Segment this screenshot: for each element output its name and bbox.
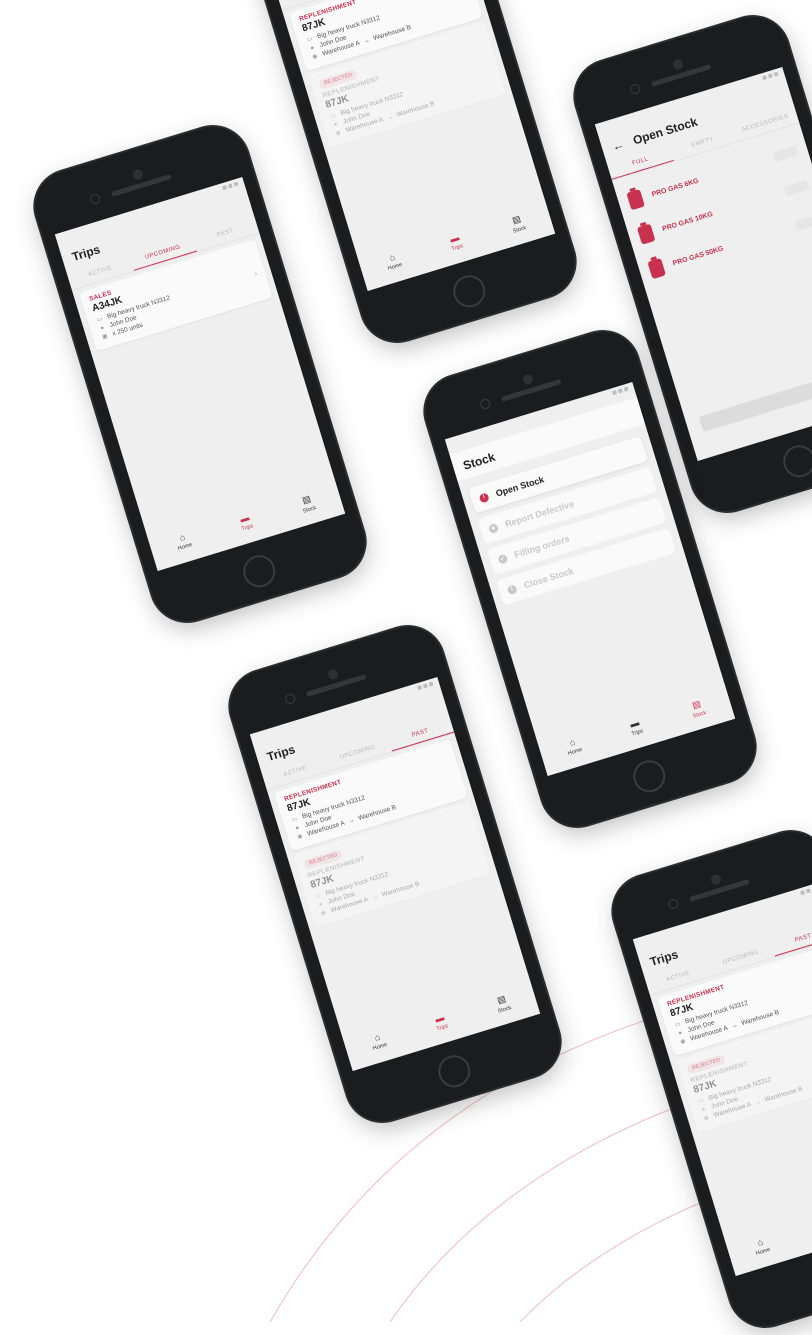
nav-trips-label: Trips (630, 728, 645, 738)
truck-icon: ▭ (329, 112, 337, 121)
nav-stock[interactable]: ▤ Stock (493, 992, 512, 1014)
truck-icon: ▭ (96, 316, 104, 324)
nav-home[interactable]: ⌂ Home (384, 250, 403, 272)
person-icon: ● (677, 1029, 683, 1037)
nav-home-label: Home (372, 1041, 389, 1052)
menu-item-label: Filling orders (513, 533, 571, 560)
nav-home-label: Home (567, 746, 584, 757)
arrow-right-icon: → (753, 1098, 763, 1107)
nav-trips[interactable]: ▬ Trips (432, 1012, 450, 1033)
nav-trips[interactable]: ▬ Trips (237, 512, 255, 533)
home-icon: ⌂ (568, 736, 577, 748)
nav-stock-label: Stock (497, 1004, 513, 1015)
box-icon: ▣ (101, 333, 109, 341)
location-pin-icon: ◉ (296, 833, 304, 841)
clipboard-icon: ▤ (690, 697, 702, 710)
gas-cylinder-icon (636, 223, 656, 245)
nav-home-label: Home (387, 261, 404, 272)
nav-home-label: Home (177, 541, 194, 552)
clipboard-icon: ▤ (300, 492, 312, 505)
nav-home[interactable]: ⌂ Home (369, 1030, 388, 1052)
truck-icon: ▭ (291, 816, 299, 824)
truck-icon: ▭ (314, 892, 322, 901)
home-icon: ⌂ (756, 1236, 765, 1248)
nav-trips[interactable]: ▬ Trips (627, 717, 645, 738)
warning-icon: ▲ (487, 522, 499, 534)
page-title: Trips (70, 242, 102, 264)
nav-stock[interactable]: ▤ Stock (298, 492, 317, 514)
person-icon: ● (333, 121, 339, 128)
person-icon: ● (309, 44, 315, 52)
home-icon: ⌂ (178, 531, 187, 543)
nav-stock[interactable]: ▤ Stock (688, 697, 707, 719)
back-arrow-icon[interactable]: ← (610, 137, 626, 154)
gas-cylinder-icon (647, 257, 667, 280)
location-pin-icon: ◉ (311, 53, 319, 61)
clipboard-icon: ▤ (495, 992, 507, 1005)
nav-home[interactable]: ⌂ Home (174, 530, 193, 552)
car-icon: ▬ (448, 232, 461, 245)
check-icon: ✓ (497, 553, 509, 565)
home-icon: ⌂ (388, 251, 397, 263)
info-icon: ! (506, 583, 518, 595)
page-title: Trips (648, 947, 680, 969)
arrow-right-icon: → (362, 36, 371, 46)
quantity-field[interactable] (793, 214, 812, 231)
menu-item-label: Close Stock (522, 565, 575, 591)
menu-item-label: Report Defective (503, 498, 576, 530)
location-pin-icon: ◉ (679, 1038, 687, 1046)
clipboard-icon: ▤ (510, 212, 522, 225)
nav-home[interactable]: ⌂ Home (752, 1235, 771, 1257)
product-name: PRO GAS 6KG (650, 177, 700, 199)
nav-home[interactable]: ⌂ Home (564, 735, 583, 757)
nav-stock-label: Stock (692, 709, 708, 720)
confirm-button[interactable] (698, 367, 812, 433)
car-icon: ▬ (238, 512, 251, 525)
page-title: Stock (461, 449, 497, 473)
car-icon: ▬ (628, 717, 641, 730)
location-pin-icon: ◉ (335, 130, 342, 138)
person-icon: ● (318, 901, 324, 908)
nav-trips-label: Trips (450, 243, 465, 253)
arrow-right-icon: → (370, 893, 380, 902)
nav-stock-label: Stock (512, 224, 528, 235)
nav-stock[interactable]: ▤ Stock (508, 212, 527, 234)
page-title: Trips (265, 742, 297, 764)
product-name: PRO GAS 10KG (661, 210, 714, 233)
arrow-right-icon: → (347, 816, 356, 826)
quantity-field[interactable] (772, 145, 799, 163)
quantity-field[interactable] (783, 179, 810, 197)
nav-stock-label: Stock (302, 504, 318, 515)
nav-home-label: Home (755, 1246, 772, 1257)
nav-trips-label: Trips (240, 523, 255, 533)
gas-cylinder-icon (626, 189, 645, 211)
info-icon: ! (478, 491, 490, 504)
product-name: PRO GAS 50KG (671, 244, 725, 267)
menu-item-label: Open Stock (494, 474, 546, 499)
car-icon: ▬ (433, 1012, 446, 1025)
truck-icon: ▭ (697, 1097, 705, 1106)
arrow-right-icon: → (730, 1021, 739, 1031)
nav-trips-label: Trips (435, 1023, 450, 1033)
person-icon: ● (701, 1106, 707, 1113)
location-pin-icon: ◉ (320, 910, 327, 918)
arrow-right-icon: → (385, 113, 395, 122)
person-icon: ● (99, 324, 105, 332)
person-icon: ● (294, 824, 300, 832)
location-pin-icon: ◉ (703, 1115, 710, 1123)
truck-icon: ▭ (306, 36, 314, 44)
home-icon: ⌂ (373, 1031, 382, 1043)
nav-trips[interactable]: ▬ Trips (447, 232, 465, 253)
truck-icon: ▭ (674, 1021, 682, 1029)
